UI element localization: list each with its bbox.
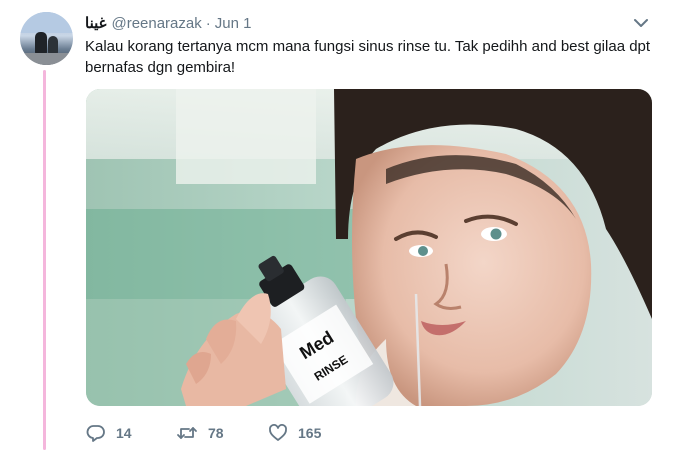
user-handle[interactable]: @reenarazak: [111, 15, 201, 32]
display-name[interactable]: غينا: [85, 14, 106, 32]
avatar[interactable]: [20, 12, 73, 65]
like-count: 165: [298, 425, 322, 441]
heart-icon: [269, 424, 287, 441]
retweet-count: 78: [208, 425, 224, 441]
tweet-text: Kalau korang tertanya mcm mana fungsi si…: [85, 38, 651, 76]
like-button[interactable]: 165: [268, 423, 321, 443]
retweet-button[interactable]: 78: [176, 423, 224, 443]
separator: ·: [205, 14, 211, 32]
reply-count: 14: [116, 425, 132, 441]
retweet-icon: [177, 427, 197, 439]
chevron-down-icon[interactable]: [633, 17, 649, 29]
tweet-date[interactable]: Jun 1: [215, 15, 252, 32]
tweet-media-image[interactable]: Med RINSE: [86, 89, 652, 406]
thread-line: [43, 70, 46, 450]
reply-icon: [86, 425, 105, 442]
tweet-header: غينا @reenarazak · Jun 1: [85, 13, 251, 33]
reply-button[interactable]: 14: [86, 423, 132, 443]
